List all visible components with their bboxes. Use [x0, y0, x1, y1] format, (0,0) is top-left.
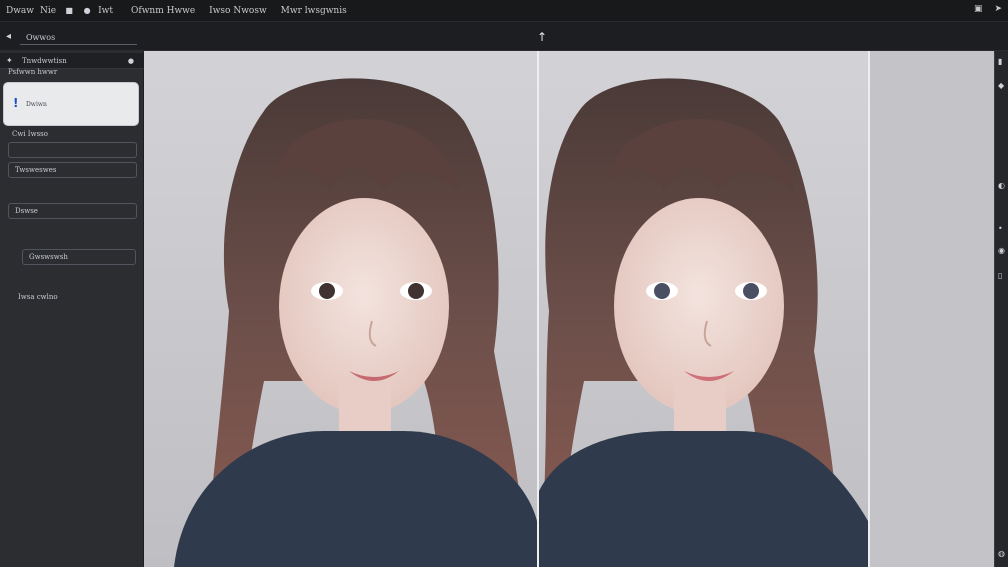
canvas-margin	[870, 51, 994, 567]
sidebar-section-label: Tnwdwwtisn	[22, 57, 67, 65]
menu-item-6[interactable]: Mwr lwsgwnis	[281, 6, 347, 16]
image-canvas[interactable]	[144, 51, 994, 567]
card-label: Dwiwn	[26, 101, 47, 108]
selected-card[interactable]: ! Dwiwn	[4, 83, 138, 125]
tool-icon-1[interactable]: ▮	[998, 57, 1002, 66]
sidebar-footer-label: Iwsa cwlno	[18, 293, 58, 301]
field-value-2: Twsweswes	[15, 166, 57, 174]
field-input-3[interactable]: Dswse	[8, 203, 137, 219]
field-input-2[interactable]: Twsweswes	[8, 162, 137, 178]
topbar-right: ▣ ➤	[974, 4, 1002, 14]
tool-icon-2[interactable]: ◆	[998, 81, 1004, 90]
arrow-icon[interactable]: ➤	[994, 4, 1002, 14]
comparison-panel-left	[144, 51, 537, 567]
portrait-right	[539, 51, 868, 567]
sidebar-section-header[interactable]: ✦ Tnwdwwtisn ●	[0, 53, 144, 69]
tool-icon-5[interactable]: ◉	[998, 246, 1005, 255]
top-menu-bar: Dwaw Nie ■ ● Iwt Ofwnm Hwwe Iwso Nwosw M…	[0, 0, 1008, 22]
check-icon[interactable]: ▣	[974, 4, 983, 14]
field-input-4[interactable]: Gwswswsh	[22, 249, 136, 265]
back-arrow-icon[interactable]: ◂	[6, 31, 11, 42]
dot-icon[interactable]: ●	[128, 57, 134, 65]
menu-item-2[interactable]: Nie	[40, 6, 56, 16]
right-toolbar: ▮ ◆ ◐ • ◉ ▯ ◍	[994, 51, 1008, 567]
sidebar-sub-label: Psfwwn hwwr	[8, 68, 58, 76]
tool-icon-7[interactable]: ◍	[998, 549, 1005, 558]
tool-icon-6[interactable]: ▯	[998, 271, 1002, 280]
upload-arrow-icon[interactable]: ↑	[537, 30, 547, 44]
menu-item-1[interactable]: Dwaw	[6, 6, 34, 16]
title-underline	[20, 44, 137, 45]
menu-item-4[interactable]: Ofwnm Hwwe	[131, 6, 195, 16]
square-icon[interactable]: ■	[64, 6, 74, 16]
menu-item-5[interactable]: Iwso Nwosw	[209, 6, 266, 16]
field-value-3: Dswse	[15, 207, 38, 215]
sub-toolbar: ◂ Owwos ↑	[0, 23, 1008, 51]
comparison-panel-right	[539, 51, 868, 567]
tool-icon-3[interactable]: ◐	[998, 181, 1005, 190]
field-label-1: Cwi Iwsso	[12, 130, 48, 138]
sidebar-title: Owwos	[26, 33, 56, 42]
settings-icon: ✦	[6, 56, 13, 65]
circle-icon[interactable]: ●	[82, 6, 92, 16]
field-value-4: Gwswswsh	[29, 253, 68, 261]
menu-item-3[interactable]: Iwt	[98, 6, 113, 16]
field-input-1[interactable]	[8, 142, 137, 158]
portrait-left	[144, 51, 537, 567]
tool-icon-4[interactable]: •	[998, 224, 1003, 233]
pin-icon: !	[13, 96, 19, 110]
left-sidebar: ✦ Tnwdwwtisn ● Psfwwn hwwr ! Dwiwn Cwi I…	[0, 51, 144, 567]
